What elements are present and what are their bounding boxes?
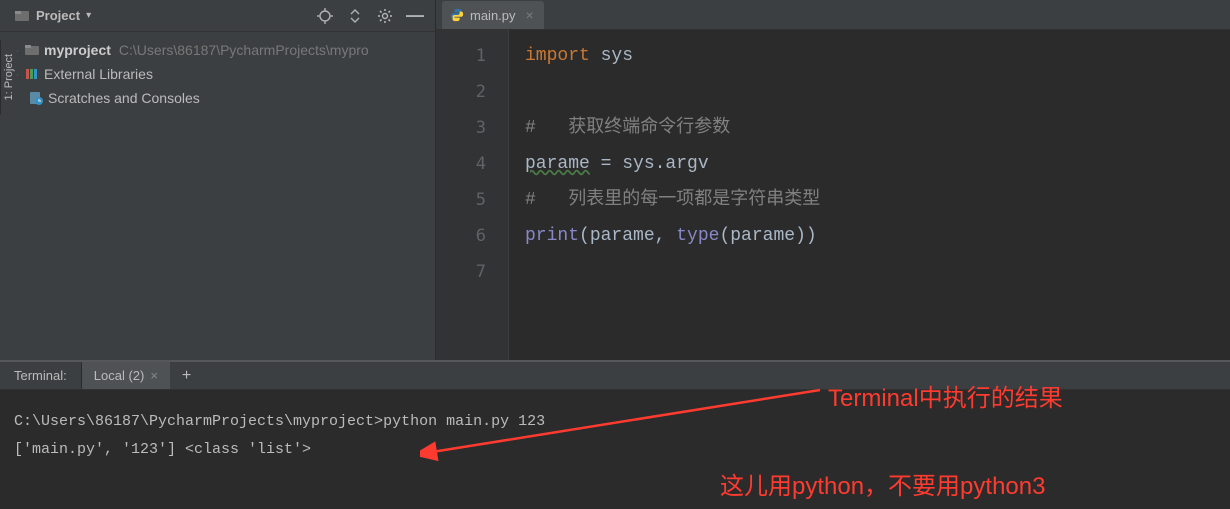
python-file-icon: [450, 8, 464, 22]
project-panel-header: Project ▾ —: [0, 0, 435, 32]
project-title: Project: [36, 8, 80, 23]
project-icon: [14, 8, 30, 24]
line-gutter: 1 2 3 4 5 6 7: [436, 30, 506, 360]
chevron-down-icon: ▾: [86, 10, 91, 21]
editor-panel: main.py × 1 2 3 4 5 6 7 import sys # 获取终…: [436, 0, 1230, 360]
terminal-output[interactable]: C:\Users\86187\PycharmProjects\myproject…: [0, 390, 1230, 509]
project-side-tab[interactable]: 1: Project: [0, 40, 17, 114]
expand-all-icon[interactable]: [347, 8, 363, 24]
project-tool-window: Project ▾ — ▶ myproject C:\Users\86187\P…: [0, 0, 436, 360]
locate-icon[interactable]: [317, 8, 333, 24]
project-view-selector[interactable]: Project ▾: [6, 6, 99, 26]
tree-scratches[interactable]: Scratches and Consoles: [0, 86, 435, 110]
folder-icon: [24, 42, 40, 58]
gear-icon[interactable]: [377, 8, 393, 24]
project-root-path: C:\Users\86187\PycharmProjects\mypro: [119, 42, 369, 58]
hide-panel-icon[interactable]: —: [407, 8, 423, 24]
terminal-tabbar: Terminal: Local (2) × +: [0, 362, 1230, 390]
terminal-line: C:\Users\86187\PycharmProjects\myproject…: [14, 408, 1216, 436]
scratches-icon: [28, 90, 44, 106]
terminal-line: ['main.py', '123'] <class 'list'>: [14, 436, 1216, 464]
add-terminal-button[interactable]: +: [170, 367, 203, 385]
project-tree[interactable]: ▶ myproject C:\Users\86187\PycharmProjec…: [0, 32, 435, 360]
libraries-icon: [24, 66, 40, 82]
tree-external-libraries[interactable]: ▶ External Libraries: [0, 62, 435, 86]
project-header-actions: —: [317, 8, 429, 24]
code-editor[interactable]: 1 2 3 4 5 6 7 import sys # 获取终端命令行参数 par…: [436, 30, 1230, 360]
editor-tabbar: main.py ×: [436, 0, 1230, 30]
terminal-tab-local[interactable]: Local (2) ×: [82, 362, 170, 389]
close-icon[interactable]: ×: [150, 368, 158, 383]
terminal-panel: Terminal: Local (2) × + C:\Users\86187\P…: [0, 360, 1230, 509]
editor-tab-main[interactable]: main.py ×: [442, 1, 544, 29]
external-libraries-label: External Libraries: [44, 66, 153, 82]
terminal-panel-label: Terminal:: [0, 362, 82, 389]
scratches-label: Scratches and Consoles: [48, 90, 200, 106]
editor-tab-label: main.py: [470, 8, 516, 23]
close-icon[interactable]: ×: [526, 7, 534, 23]
code-area[interactable]: import sys # 获取终端命令行参数 parame = sys.argv…: [509, 30, 1230, 360]
project-root-name: myproject: [44, 42, 111, 58]
tree-root[interactable]: ▶ myproject C:\Users\86187\PycharmProjec…: [0, 38, 435, 62]
